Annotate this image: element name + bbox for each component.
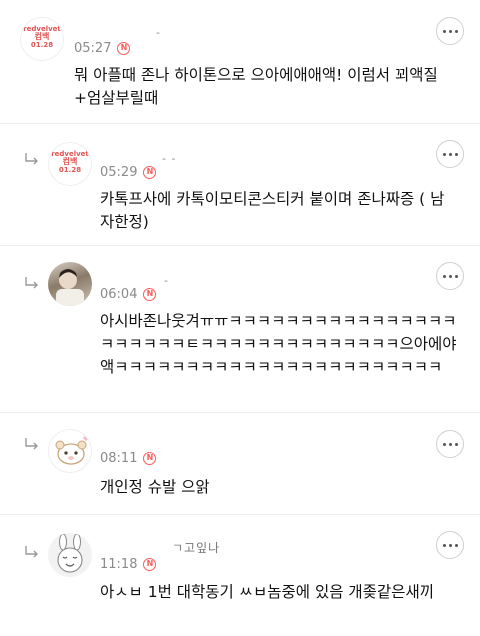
dot-icon	[442, 29, 446, 33]
comment-meta: 05:27 N	[74, 41, 131, 56]
character-avatar-icon	[55, 435, 89, 465]
timestamp: 08:11	[100, 451, 138, 466]
comment-item: 08:11 N 개인정 슈발 으앍	[0, 413, 480, 515]
dot-icon	[448, 152, 452, 156]
dot-icon	[454, 152, 458, 156]
bunny-avatar-icon	[57, 533, 83, 573]
dot-icon	[448, 442, 452, 446]
more-options-button[interactable]	[436, 262, 464, 290]
dot-icon	[448, 274, 452, 278]
timestamp: 06:04	[100, 287, 138, 302]
timestamp: 05:29	[100, 165, 138, 180]
comment-item: redvelvet 컴백 01.28 - 05:27 N 뭐 아플때 존나 하이…	[0, 0, 480, 124]
avatar-logo-line: 01.28	[58, 166, 82, 174]
more-options-button[interactable]	[436, 531, 464, 559]
new-badge-icon: N	[117, 42, 131, 55]
dot-icon	[442, 274, 446, 278]
reply-arrow-icon	[25, 153, 38, 165]
new-badge-icon: N	[143, 166, 157, 179]
avatar[interactable]	[48, 429, 92, 473]
nickname[interactable]: - -	[162, 152, 176, 165]
reply-arrow-icon	[25, 438, 38, 450]
comment-meta: 11:18 N	[100, 557, 157, 572]
dot-icon	[442, 152, 446, 156]
comment-text: 아시바존나웃겨ㅠㅠㅋㅋㅋㅋㅋㅋㅋㅋㅋㅋㅋㅋㅋㅋㅋㅋㅋㅋㅋㅋㅋㅋㅌㅋㅋㅋㅋㅋㅋㅋㅋ…	[100, 312, 457, 376]
comment-meta: 05:29 N	[100, 165, 157, 180]
timestamp: 11:18	[100, 557, 138, 572]
comment-text: 뭐 아플때 존나 하이톤으로 으아에애애액! 이럼서 꾀액질 +엄살부릴때	[74, 66, 443, 107]
dot-icon	[442, 442, 446, 446]
comment-meta: 08:11 N	[100, 451, 157, 466]
avatar[interactable]	[48, 262, 92, 306]
comment-text: 아ㅅㅂ 1번 대학동기 ㅆㅂ놈중에 있음 개좆같은새끼	[100, 583, 434, 601]
more-options-button[interactable]	[436, 430, 464, 458]
comment-item: ㄱ고잎나 11:18 N 아ㅅㅂ 1번 대학동기 ㅆㅂ놈중에 있음 개좆같은새끼	[0, 515, 480, 636]
new-badge-icon: N	[143, 288, 157, 301]
photo-avatar-icon	[56, 269, 84, 306]
avatar[interactable]	[48, 533, 92, 577]
reply-arrow-icon	[25, 277, 38, 289]
new-badge-icon: N	[143, 452, 157, 465]
nickname[interactable]: ㄱ고잎나	[172, 539, 220, 556]
new-badge-icon: N	[143, 558, 157, 571]
nickname[interactable]: -	[156, 26, 161, 39]
comment-item: redvelvet 컴백 01.28 - - 05:29 N 카톡프사에 카톡이…	[0, 124, 480, 246]
timestamp: 05:27	[74, 41, 112, 56]
dot-icon	[442, 543, 446, 547]
dot-icon	[454, 29, 458, 33]
dot-icon	[448, 29, 452, 33]
dot-icon	[454, 274, 458, 278]
avatar-logo-line: 01.28	[30, 41, 54, 49]
dot-icon	[454, 543, 458, 547]
more-options-button[interactable]	[436, 140, 464, 168]
comment-item: - 06:04 N 아시바존나웃겨ㅠㅠㅋㅋㅋㅋㅋㅋㅋㅋㅋㅋㅋㅋㅋㅋㅋㅋㅋㅋㅋㅋㅋ…	[0, 246, 480, 413]
avatar[interactable]: redvelvet 컴백 01.28	[20, 17, 64, 61]
dot-icon	[454, 442, 458, 446]
more-options-button[interactable]	[436, 17, 464, 45]
reply-arrow-icon	[25, 546, 38, 558]
avatar-logo-line: 컴백	[62, 157, 78, 166]
comment-text: 개인정 슈발 으앍	[100, 478, 210, 496]
dot-icon	[448, 543, 452, 547]
comment-meta: 06:04 N	[100, 287, 157, 302]
nickname[interactable]: -	[164, 274, 169, 287]
avatar[interactable]: redvelvet 컴백 01.28	[48, 142, 92, 186]
comment-text: 카톡프사에 카톡이모티콘스티커 붙이며 존나짜증 ( 남자한정)	[100, 190, 445, 231]
avatar-logo-line: 컴백	[34, 32, 50, 41]
comment-list: redvelvet 컴백 01.28 - 05:27 N 뭐 아플때 존나 하이…	[0, 0, 480, 636]
